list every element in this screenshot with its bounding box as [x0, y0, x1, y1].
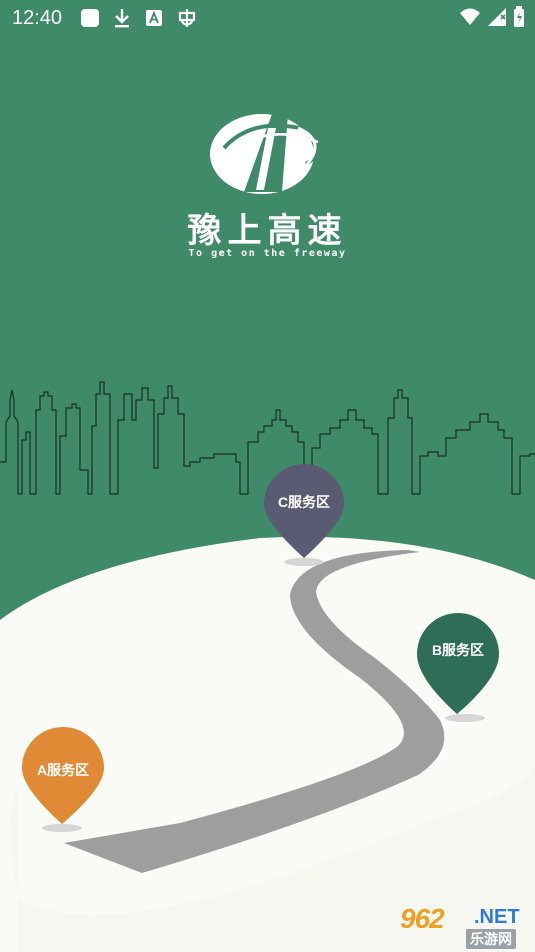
signal-icon	[487, 7, 507, 32]
download-icon	[113, 7, 131, 34]
pin-a-label: A服务区	[36, 762, 90, 778]
app-title: 豫上高速	[187, 212, 348, 250]
watermark-main: 962	[400, 903, 445, 934]
watermark-net: .NET	[474, 906, 520, 928]
app-square-icon	[80, 7, 100, 34]
pin-b-label: B服务区	[431, 642, 485, 658]
translate-a-icon	[145, 7, 163, 34]
pin-a-service-area[interactable]: A服务区	[20, 726, 106, 838]
watermark-sub: 乐游网	[466, 929, 516, 949]
pin-c-label: C服务区	[277, 494, 331, 510]
site-watermark: 962 .NET 乐游网	[396, 903, 528, 949]
app-logo	[206, 108, 328, 200]
battery-icon	[513, 6, 525, 33]
status-time: 12:40	[12, 7, 63, 29]
status-right-group	[459, 6, 525, 33]
status-bar: 12:40	[0, 0, 535, 36]
splash-screen: 12:40 豫上高速 To get on the freeway C服务区 B服…	[0, 0, 535, 952]
app-subtitle: To get on the freeway	[188, 248, 347, 259]
bug-icon	[176, 7, 198, 34]
pin-b-service-area[interactable]: B服务区	[415, 612, 501, 724]
wifi-icon	[459, 7, 481, 32]
pin-c-service-area[interactable]: C服务区	[260, 462, 348, 570]
